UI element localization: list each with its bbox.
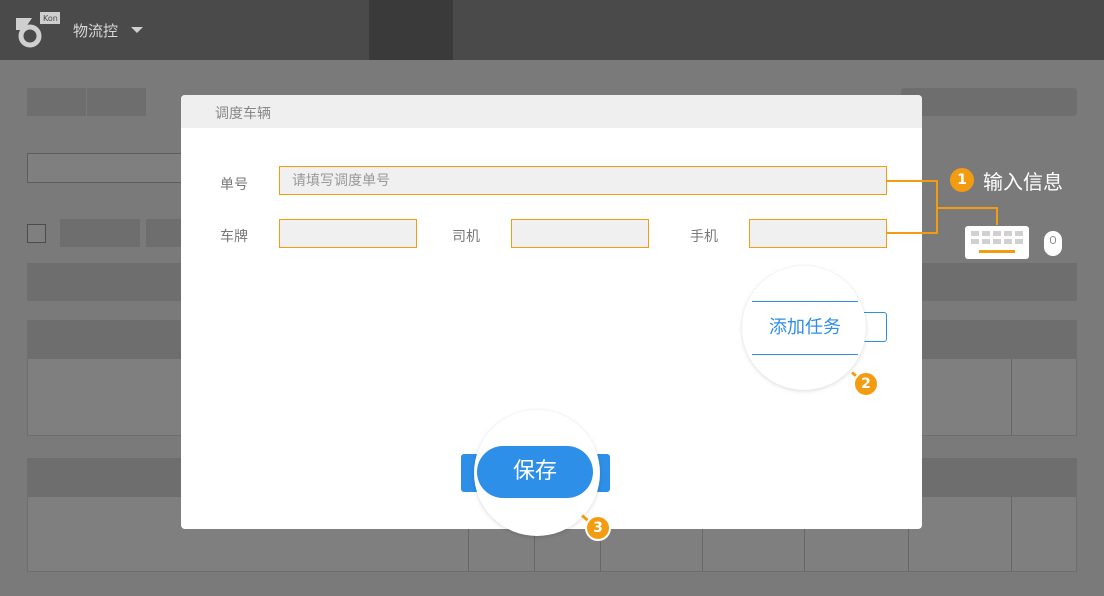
save-button[interactable]: 保存 <box>477 446 593 498</box>
phone-label: 手机 <box>690 229 718 245</box>
svg-text:Kon: Kon <box>43 14 58 23</box>
connector-line <box>936 207 998 209</box>
dialog-title: 调度车辆 <box>215 106 271 122</box>
add-task-button[interactable]: 添加任务 <box>752 301 858 355</box>
connector-line <box>996 207 998 225</box>
step1-badge: 1 <box>950 168 974 192</box>
step2-badge: 2 <box>853 371 879 397</box>
app-logo-icon: Kon <box>16 12 60 48</box>
mouse-icon <box>1044 231 1062 256</box>
active-nav-tab[interactable] <box>369 0 453 60</box>
chevron-down-icon[interactable] <box>131 27 143 33</box>
dialog-header: 调度车辆 <box>181 95 922 128</box>
connector-line <box>887 180 937 182</box>
driver-input[interactable] <box>511 219 649 248</box>
plate-label: 车牌 <box>220 229 248 245</box>
plate-input[interactable] <box>279 219 417 248</box>
step1-caption: 输入信息 <box>983 170 1063 194</box>
driver-label: 司机 <box>452 229 480 245</box>
connector-line <box>887 232 937 234</box>
step3-badge: 3 <box>585 515 611 541</box>
app-switcher-label[interactable]: 物流控 <box>73 20 118 41</box>
keyboard-icon <box>965 226 1029 259</box>
phone-input[interactable] <box>749 219 887 248</box>
top-navigation-bar: Kon 物流控 <box>0 0 1104 60</box>
order-number-label: 单号 <box>220 177 248 193</box>
order-number-input[interactable] <box>279 166 887 195</box>
